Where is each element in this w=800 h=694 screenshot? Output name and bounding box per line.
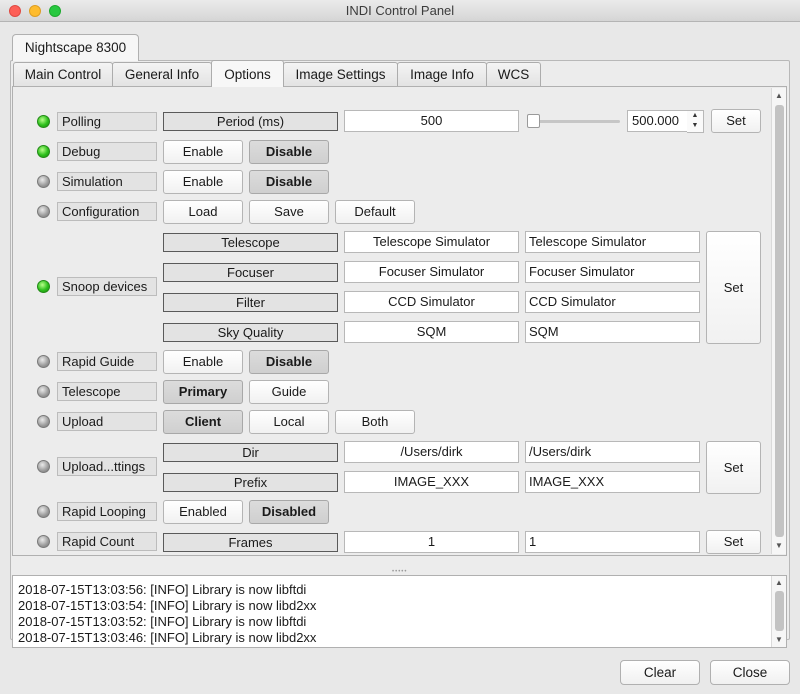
window-title: INDI Control Panel xyxy=(345,3,455,18)
debug-enable-button[interactable]: Enable xyxy=(163,140,243,164)
tab-device[interactable]: Nightscape 8300 xyxy=(12,34,139,61)
snoop-sky-quality-input[interactable]: SQM xyxy=(525,321,700,343)
snoop-filter-current: CCD Simulator xyxy=(344,291,519,313)
upload-client-button[interactable]: Client xyxy=(163,410,243,434)
upload-dir-input[interactable]: /Users/dirk xyxy=(525,441,700,463)
upload-prefix-label: Prefix xyxy=(163,473,338,492)
debug-disable-button[interactable]: Disable xyxy=(249,140,329,164)
snoop-focuser-label: Focuser xyxy=(163,263,338,282)
frames-current-value: 1 xyxy=(344,531,519,553)
polling-set-button[interactable]: Set xyxy=(711,109,761,133)
log-line: 2018-07-15T13:03:52: [INFO] Library is n… xyxy=(18,614,307,629)
period-spin-input[interactable]: 500.000 xyxy=(627,110,688,132)
debug-status-icon xyxy=(37,145,50,158)
snoop-telescope-label: Telescope xyxy=(163,233,338,252)
snoop-focuser-input[interactable]: Focuser Simulator xyxy=(525,261,700,283)
upload-label: Upload xyxy=(57,412,157,431)
configuration-label: Configuration xyxy=(57,202,157,221)
snoop-set-button[interactable]: Set xyxy=(706,231,761,344)
upload-both-button[interactable]: Both xyxy=(335,410,415,434)
tab-image-settings[interactable]: Image Settings xyxy=(283,62,398,87)
rapid-count-set-button[interactable]: Set xyxy=(706,530,761,554)
clear-button[interactable]: Clear xyxy=(620,660,700,685)
debug-label: Debug xyxy=(57,142,157,161)
tab-wcs[interactable]: WCS xyxy=(486,62,541,87)
rapid-looping-label: Rapid Looping xyxy=(57,502,157,521)
telescope-label: Telescope xyxy=(57,382,157,401)
snoop-filter-label: Filter xyxy=(163,293,338,312)
simulation-disable-button[interactable]: Disable xyxy=(249,170,329,194)
snoop-status-icon xyxy=(37,280,50,293)
config-save-button[interactable]: Save xyxy=(249,200,329,224)
rapid-count-label: Rapid Count xyxy=(57,532,157,551)
minimize-window-button[interactable] xyxy=(29,5,41,17)
period-slider-handle[interactable] xyxy=(527,114,540,128)
period-current-value: 500 xyxy=(344,110,519,132)
simulation-enable-button[interactable]: Enable xyxy=(163,170,243,194)
snoop-sky-quality-label: Sky Quality xyxy=(163,323,338,342)
config-load-button[interactable]: Load xyxy=(163,200,243,224)
options-scrollbar[interactable]: ▲ ▼ xyxy=(771,88,786,554)
log-scroll-down-arrow-icon[interactable]: ▼ xyxy=(775,635,783,645)
log-line: 2018-07-15T13:03:46: [INFO] Library is n… xyxy=(18,630,317,645)
upload-dir-label: Dir xyxy=(163,443,338,462)
close-window-button[interactable] xyxy=(9,5,21,17)
rapid-looping-status-icon xyxy=(37,505,50,518)
upload-prefix-input[interactable]: IMAGE_XXX xyxy=(525,471,700,493)
period-spin-arrows-icon[interactable]: ▲ ▼ xyxy=(687,110,704,133)
log-scrollbar[interactable]: ▲ ▼ xyxy=(771,576,786,647)
rapid-guide-status-icon xyxy=(37,355,50,368)
upload-settings-status-icon xyxy=(37,460,50,473)
message-log[interactable]: 2018-07-15T13:03:56: [INFO] Library is n… xyxy=(12,575,787,648)
period-slider-track[interactable] xyxy=(530,120,620,123)
rapid-count-status-icon xyxy=(37,535,50,548)
upload-settings-label: Upload...ttings xyxy=(57,457,157,476)
telescope-primary-button[interactable]: Primary xyxy=(163,380,243,404)
simulation-label: Simulation xyxy=(57,172,157,191)
rapid-looping-enabled-button[interactable]: Enabled xyxy=(163,500,243,524)
tab-options[interactable]: Options xyxy=(211,60,284,87)
log-scrollbar-thumb[interactable] xyxy=(775,591,784,631)
maximize-window-button[interactable] xyxy=(49,5,61,17)
rapid-guide-disable-button[interactable]: Disable xyxy=(249,350,329,374)
snoop-sky-quality-current: SQM xyxy=(344,321,519,343)
log-line: 2018-07-15T13:03:56: [INFO] Library is n… xyxy=(18,582,307,597)
frames-element-label: Frames xyxy=(163,533,338,552)
log-scroll-up-arrow-icon[interactable]: ▲ xyxy=(775,578,783,588)
upload-settings-set-button[interactable]: Set xyxy=(706,441,761,494)
telescope-status-icon xyxy=(37,385,50,398)
close-button[interactable]: Close xyxy=(710,660,790,685)
log-line: 2018-07-15T13:03:54: [INFO] Library is n… xyxy=(18,598,317,613)
frames-input[interactable]: 1 xyxy=(525,531,700,553)
configuration-status-icon xyxy=(37,205,50,218)
tab-main-control[interactable]: Main Control xyxy=(13,62,113,87)
upload-status-icon xyxy=(37,415,50,428)
period-element-label: Period (ms) xyxy=(163,112,338,131)
snoop-filter-input[interactable]: CCD Simulator xyxy=(525,291,700,313)
simulation-status-icon xyxy=(37,175,50,188)
rapid-guide-label: Rapid Guide xyxy=(57,352,157,371)
scroll-up-arrow-icon[interactable]: ▲ xyxy=(775,91,783,101)
tab-general-info[interactable]: General Info xyxy=(112,62,212,87)
config-default-button[interactable]: Default xyxy=(335,200,415,224)
rapid-looping-disabled-button[interactable]: Disabled xyxy=(249,500,329,524)
snoop-label: Snoop devices xyxy=(57,277,157,296)
tab-image-info[interactable]: Image Info xyxy=(397,62,487,87)
upload-local-button[interactable]: Local xyxy=(249,410,329,434)
polling-label: Polling xyxy=(57,112,157,131)
splitter-handle-icon[interactable]: ••••• xyxy=(392,569,408,575)
scroll-down-arrow-icon[interactable]: ▼ xyxy=(775,541,783,551)
polling-status-icon xyxy=(37,115,50,128)
upload-dir-current: /Users/dirk xyxy=(344,441,519,463)
telescope-guide-button[interactable]: Guide xyxy=(249,380,329,404)
upload-prefix-current: IMAGE_XXX xyxy=(344,471,519,493)
rapid-guide-enable-button[interactable]: Enable xyxy=(163,350,243,374)
snoop-focuser-current: Focuser Simulator xyxy=(344,261,519,283)
options-scrollbar-thumb[interactable] xyxy=(775,105,784,537)
title-bar: INDI Control Panel xyxy=(0,0,800,22)
snoop-telescope-current: Telescope Simulator xyxy=(344,231,519,253)
snoop-telescope-input[interactable]: Telescope Simulator xyxy=(525,231,700,253)
